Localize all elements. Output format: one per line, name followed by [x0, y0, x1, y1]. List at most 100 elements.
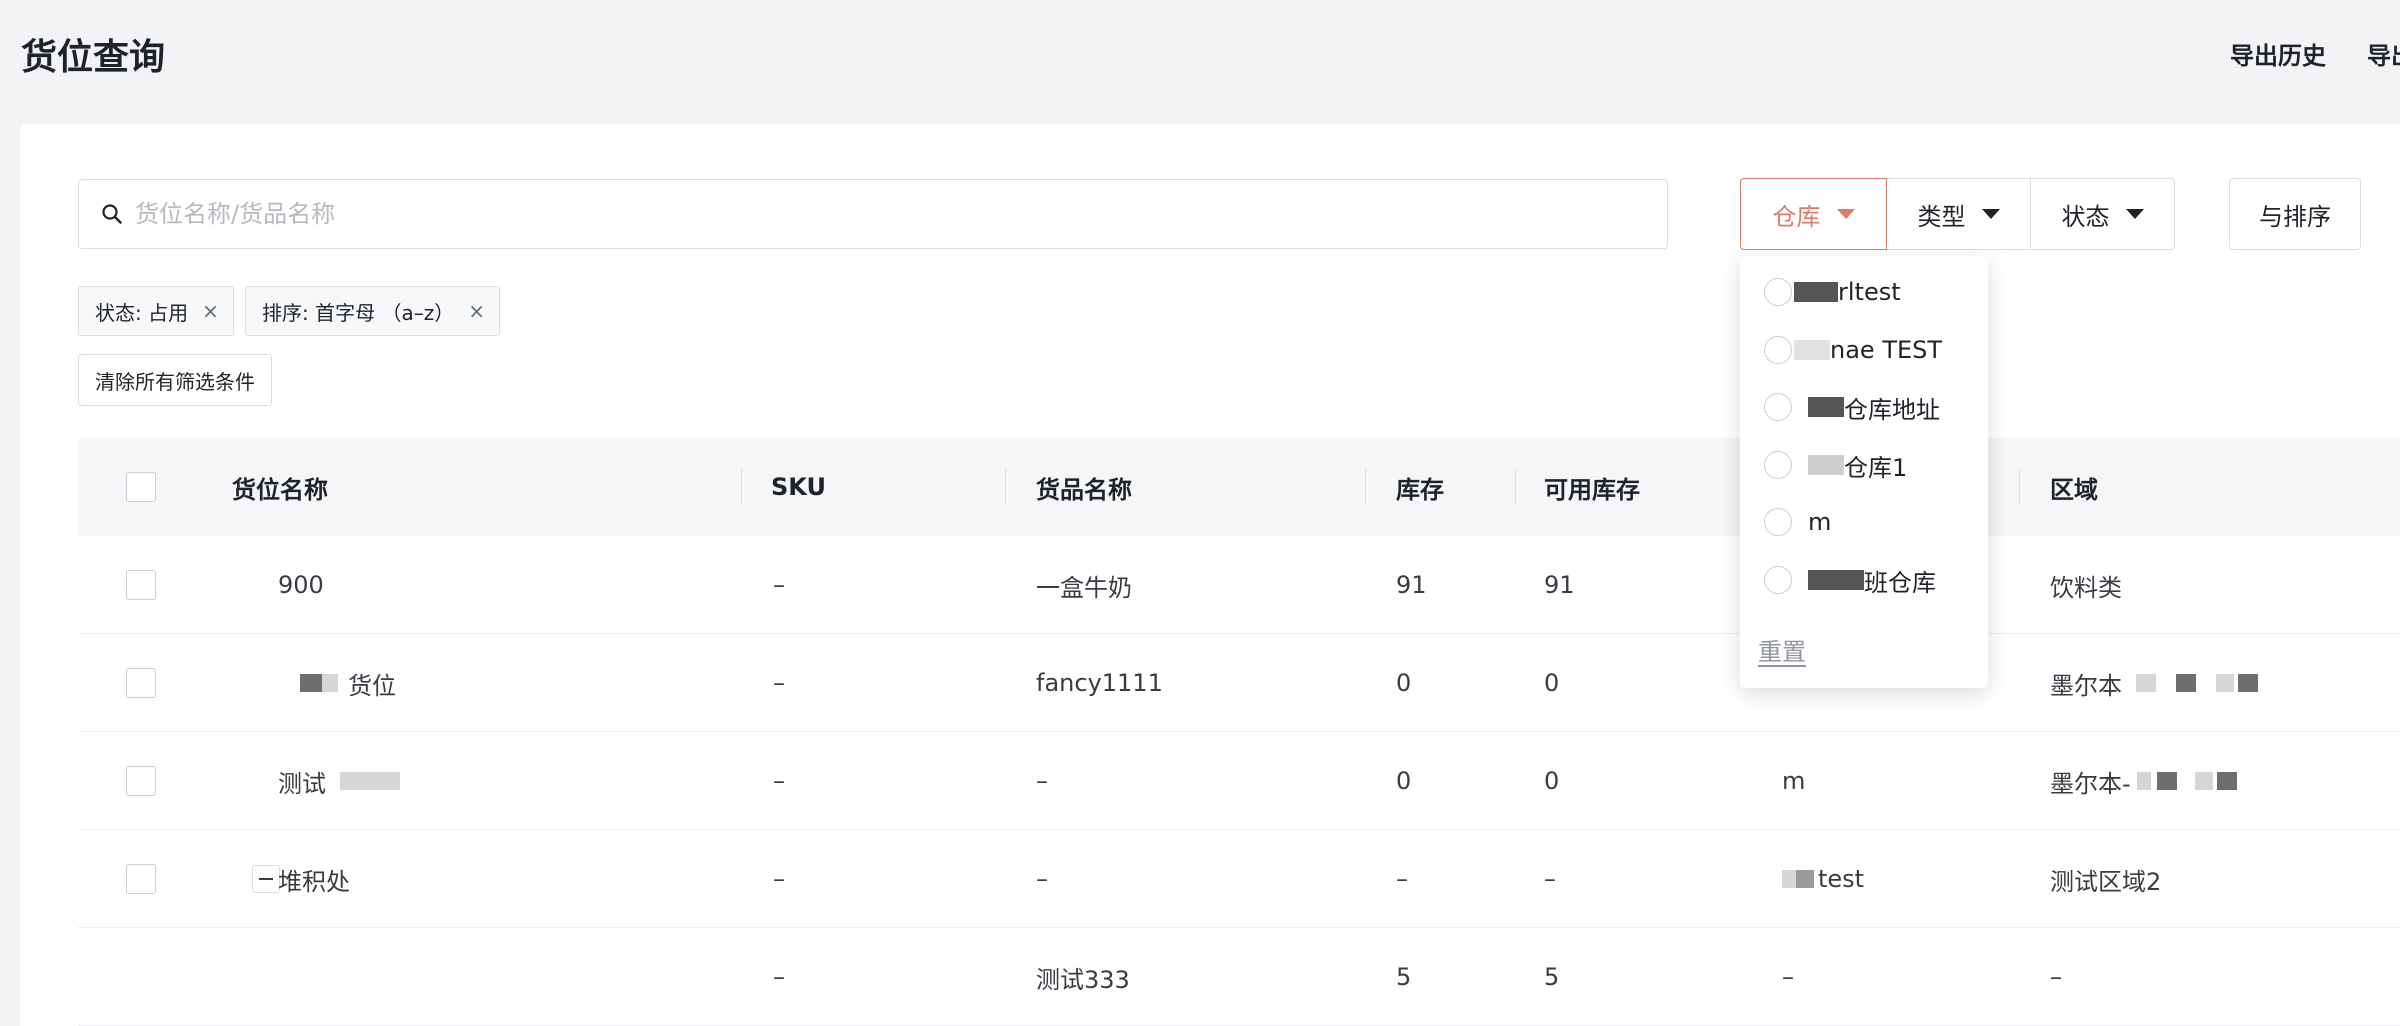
- column-divider: [741, 469, 742, 505]
- cell-sku: –: [773, 571, 785, 599]
- cell-location-text: 货位: [348, 671, 396, 700]
- export-link[interactable]: 导出: [2367, 36, 2400, 71]
- redacted-text: [1782, 870, 1796, 888]
- radio-button[interactable]: [1764, 336, 1792, 364]
- cell-stock: 0: [1396, 767, 1412, 795]
- row-checkbox[interactable]: [126, 570, 156, 600]
- caret-down-icon: [2125, 209, 2144, 219]
- cell-available: 91: [1544, 571, 1575, 599]
- cell-goods: 测试333: [1036, 965, 1130, 994]
- redacted-text: [300, 674, 322, 692]
- redacted-text: [2216, 674, 2234, 692]
- caret-down-icon: [1836, 209, 1855, 219]
- main-card: 仓库 类型 状态 与排序 状态: 占用 × 排序: 首字母 （a–z） × 清除…: [20, 124, 2400, 1026]
- close-icon[interactable]: ×: [202, 299, 219, 323]
- warehouse-option-label: 仓库1: [1844, 453, 1908, 482]
- redacted-text: [2156, 772, 2177, 790]
- table-row[interactable]: 堆积处 – – – – test 测试区域2: [78, 830, 2400, 928]
- table-row[interactable]: – 测试333 5 5 – –: [78, 928, 2400, 1026]
- warehouse-option-label: m: [1808, 508, 1832, 536]
- collapse-toggle-icon[interactable]: [252, 865, 280, 893]
- redacted-text: [1808, 570, 1864, 590]
- column-header-location[interactable]: 货位名称: [232, 438, 328, 536]
- radio-button[interactable]: [1764, 278, 1792, 306]
- warehouse-option[interactable]: m: [1764, 502, 1831, 542]
- type-filter-label: 类型: [1917, 202, 1966, 231]
- redacted-text: [2194, 772, 2213, 790]
- warehouse-option[interactable]: 仓库1: [1764, 445, 1907, 485]
- redacted-text: [322, 674, 338, 692]
- redacted-text: [2136, 674, 2156, 692]
- column-header-goods[interactable]: 货品名称: [1036, 438, 1132, 536]
- radio-button[interactable]: [1764, 566, 1792, 594]
- warehouse-option[interactable]: 仓库地址: [1764, 387, 1940, 427]
- column-divider: [2019, 469, 2020, 505]
- cell-stock: 0: [1396, 669, 1412, 697]
- clear-all-filters-button[interactable]: 清除所有筛选条件: [78, 354, 272, 406]
- cell-area: 测试区域2: [2050, 867, 2162, 896]
- table-header: 货位名称 SKU 货品名称 库存 可用库存 区域: [78, 438, 2400, 536]
- cell-location: 测试: [278, 732, 400, 830]
- sort-filter-tag: 排序: 首字母 （a–z） ×: [245, 286, 500, 336]
- cell-warehouse: test: [1782, 830, 1864, 928]
- search-box[interactable]: [78, 179, 1668, 249]
- redacted-text: [2176, 674, 2196, 692]
- cell-available: 5: [1544, 963, 1560, 991]
- status-filter-button[interactable]: 状态: [2030, 179, 2174, 249]
- warehouse-filter-button[interactable]: 仓库: [1740, 178, 1887, 250]
- cell-goods: 一盒牛奶: [1036, 573, 1132, 602]
- row-checkbox[interactable]: [126, 864, 156, 894]
- page-title: 货位查询: [21, 37, 166, 78]
- select-all-checkbox[interactable]: [126, 472, 156, 502]
- redacted-text: [340, 772, 400, 790]
- table-row[interactable]: 货位 – fancy1111 0 0 墨尔本: [78, 634, 2400, 732]
- column-header-sku[interactable]: SKU: [771, 438, 826, 536]
- column-header-available[interactable]: 可用库存: [1544, 438, 1640, 536]
- warehouse-option[interactable]: nae TEST: [1764, 330, 1942, 370]
- redacted-text: [2238, 674, 2258, 692]
- redacted-text: [2216, 772, 2237, 790]
- cell-warehouse: –: [1782, 963, 1794, 991]
- redacted-text: [2136, 772, 2151, 790]
- table-row[interactable]: 900 – 一盒牛奶 91 91 饮料类: [78, 536, 2400, 634]
- cell-location: 货位: [300, 634, 396, 732]
- status-filter-tag: 状态: 占用 ×: [78, 286, 234, 336]
- column-header-stock[interactable]: 库存: [1396, 438, 1444, 536]
- sort-button[interactable]: 与排序: [2229, 178, 2361, 250]
- cell-area: 墨尔本: [2050, 634, 2258, 732]
- cell-sku: –: [773, 865, 785, 893]
- filter-group: 仓库 类型 状态: [1740, 178, 2175, 250]
- warehouse-filter-label: 仓库: [1772, 202, 1821, 231]
- search-input[interactable]: [135, 200, 1635, 228]
- export-history-link[interactable]: 导出历史: [2230, 36, 2326, 71]
- radio-button[interactable]: [1764, 393, 1792, 421]
- cell-stock: 5: [1396, 963, 1412, 991]
- tag-label: 状态: 占用: [95, 300, 189, 325]
- row-checkbox[interactable]: [126, 766, 156, 796]
- warehouse-option[interactable]: 班仓库: [1764, 560, 1936, 600]
- radio-button[interactable]: [1764, 451, 1792, 479]
- type-filter-button[interactable]: 类型: [1886, 179, 2030, 249]
- search-icon: [102, 204, 122, 224]
- close-icon[interactable]: ×: [468, 299, 485, 323]
- redacted-text: [1794, 282, 1838, 302]
- tag-label: 排序: 首字母 （a–z）: [262, 300, 455, 325]
- warehouse-option-label: rltest: [1838, 278, 1901, 306]
- cell-stock: –: [1396, 865, 1408, 893]
- reset-link[interactable]: 重置: [1758, 632, 1806, 667]
- redacted-text: [1794, 340, 1830, 360]
- cell-area-text: 墨尔本: [2050, 671, 2122, 700]
- radio-button[interactable]: [1764, 508, 1792, 536]
- cell-sku: –: [773, 669, 785, 697]
- warehouse-option-label: nae TEST: [1830, 336, 1943, 364]
- column-divider: [1365, 469, 1366, 505]
- cell-area: –: [2050, 963, 2062, 991]
- redacted-text: [1796, 870, 1814, 888]
- cell-warehouse-text: test: [1818, 865, 1865, 893]
- column-header-area[interactable]: 区域: [2050, 438, 2098, 536]
- warehouse-option[interactable]: rltest: [1764, 272, 1901, 312]
- cell-stock: 91: [1396, 571, 1427, 599]
- table-row[interactable]: 测试 – – 0 0 m 墨尔本-: [78, 732, 2400, 830]
- cell-area: 墨尔本-: [2050, 732, 2237, 830]
- row-checkbox[interactable]: [126, 668, 156, 698]
